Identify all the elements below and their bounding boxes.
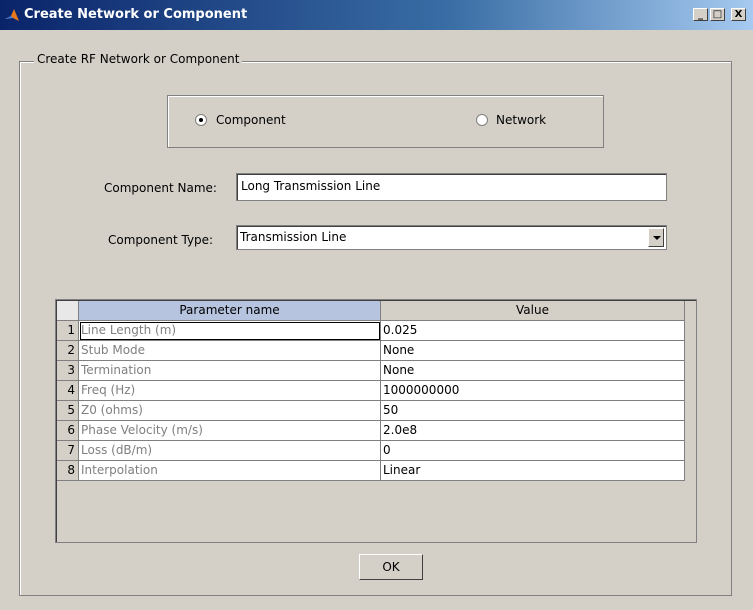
parameter-name-cell[interactable]: Termination	[79, 361, 381, 381]
ok-button[interactable]: OK	[359, 554, 423, 580]
maximize-button[interactable]: □	[710, 8, 725, 21]
table-row[interactable]: 5 Z0 (ohms) 50	[57, 401, 685, 421]
row-number: 2	[57, 341, 79, 361]
table-row[interactable]: 3 Termination None	[57, 361, 685, 381]
parameter-value-cell[interactable]: Linear	[381, 461, 685, 481]
parameter-name-cell[interactable]: Line Length (m)	[79, 321, 381, 341]
component-radio[interactable]	[195, 114, 207, 126]
radio-selected-dot	[199, 118, 203, 122]
group-legend: Create RF Network or Component	[34, 52, 243, 66]
row-number: 4	[57, 381, 79, 401]
parameter-value-cell[interactable]: 0.025	[381, 321, 685, 341]
table-row[interactable]: 1 Line Length (m) 0.025	[57, 321, 685, 341]
table-row[interactable]: 4 Freq (Hz) 1000000000	[57, 381, 685, 401]
component-name-label: Component Name:	[104, 181, 217, 195]
chevron-down-icon	[653, 236, 661, 240]
component-radio-label[interactable]: Component	[216, 113, 286, 127]
component-name-input[interactable]: Long Transmission Line	[236, 173, 667, 201]
table-row[interactable]: 7 Loss (dB/m) 0	[57, 441, 685, 461]
network-radio[interactable]	[476, 114, 488, 126]
parameter-name-cell[interactable]: Z0 (ohms)	[79, 401, 381, 421]
column-header-value[interactable]: Value	[381, 301, 685, 321]
table-row[interactable]: 8 Interpolation Linear	[57, 461, 685, 481]
parameter-value-cell[interactable]: 2.0e8	[381, 421, 685, 441]
parameter-name-cell[interactable]: Interpolation	[79, 461, 381, 481]
parameter-name-cell[interactable]: Phase Velocity (m/s)	[79, 421, 381, 441]
component-type-label: Component Type:	[108, 233, 214, 247]
parameter-name-cell[interactable]: Loss (dB/m)	[79, 441, 381, 461]
parameter-value-cell[interactable]: None	[381, 361, 685, 381]
minimize-button[interactable]: _	[693, 8, 708, 21]
window-title: Create Network or Component	[24, 7, 248, 22]
parameter-name-cell[interactable]: Stub Mode	[79, 341, 381, 361]
row-number: 3	[57, 361, 79, 381]
title-bar[interactable]: Create Network or Component _ □ X	[0, 0, 753, 30]
component-type-select[interactable]: Transmission Line	[236, 225, 667, 250]
matlab-logo-icon	[5, 9, 19, 21]
parameter-value-cell[interactable]: 50	[381, 401, 685, 421]
parameter-value-cell[interactable]: 0	[381, 441, 685, 461]
parameter-name-cell[interactable]: Freq (Hz)	[79, 381, 381, 401]
row-number: 7	[57, 441, 79, 461]
row-number: 1	[57, 321, 79, 341]
row-number: 6	[57, 421, 79, 441]
dialog-window: Create Network or Component _ □ X Create…	[0, 0, 753, 610]
table-row[interactable]: 6 Phase Velocity (m/s) 2.0e8	[57, 421, 685, 441]
row-number: 5	[57, 401, 79, 421]
table-corner	[57, 301, 79, 321]
dropdown-button[interactable]	[648, 228, 664, 247]
parameter-value-cell[interactable]: 1000000000	[381, 381, 685, 401]
parameter-value-cell[interactable]: None	[381, 341, 685, 361]
row-number: 8	[57, 461, 79, 481]
column-header-parameter[interactable]: Parameter name	[79, 301, 381, 321]
network-radio-label[interactable]: Network	[496, 113, 546, 127]
table-row[interactable]: 2 Stub Mode None	[57, 341, 685, 361]
close-button[interactable]: X	[731, 8, 746, 21]
